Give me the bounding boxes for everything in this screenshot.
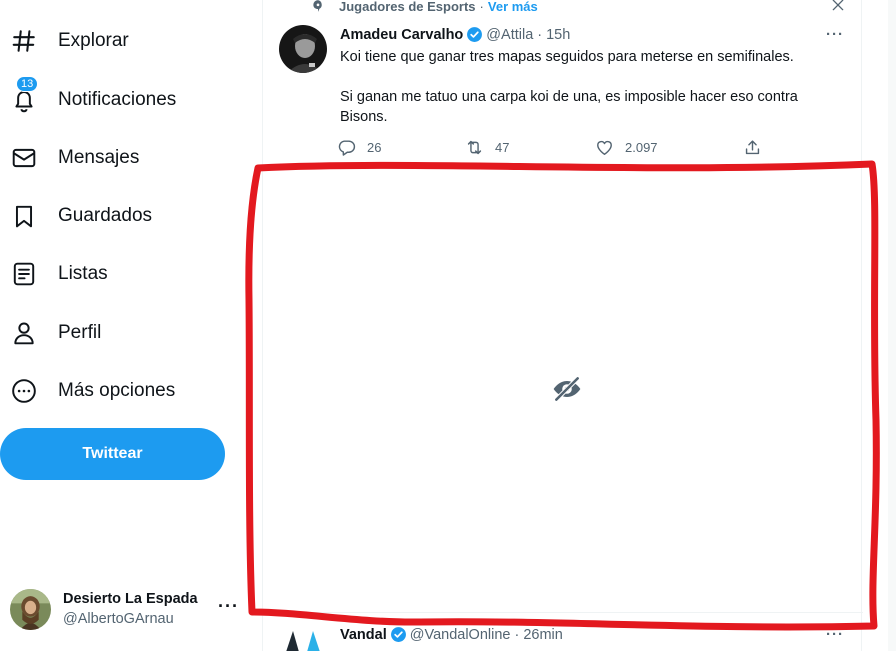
tweet-time[interactable]: 15h	[546, 27, 570, 43]
like-count: 2.097	[625, 140, 658, 155]
account-handle: @AlbertoGArnau	[63, 611, 174, 627]
tweet-actions: 26 47 2.097	[337, 138, 767, 162]
account-name: Desierto La Espada	[63, 591, 198, 607]
divider	[263, 612, 863, 613]
sidebar-item-notificaciones[interactable]: 13 Notificaciones	[0, 76, 177, 122]
tweet-header: Vandal @VandalOnline · 26min	[340, 626, 563, 643]
reply-count: 26	[367, 140, 382, 155]
sidebar-item-label: Explorar	[58, 30, 129, 51]
topic-context: Jugadores de Esports · Ver más	[311, 0, 538, 15]
retweet-button[interactable]: 47	[465, 138, 509, 157]
author-handle[interactable]: @Attila	[486, 27, 533, 43]
reply-button[interactable]: 26	[337, 138, 381, 157]
sidebar-item-mas-opciones[interactable]: Más opciones	[0, 369, 175, 413]
retweet-count: 47	[495, 140, 510, 155]
see-more-link[interactable]: Ver más	[488, 0, 538, 14]
account-switcher[interactable]: Desierto La Espada @AlbertoGArnau ···	[10, 586, 250, 632]
scrollbar-track[interactable]	[888, 0, 896, 651]
sidebar: Explorar 13 Notificaciones Mensajes Guar…	[0, 0, 262, 651]
tweet-header: Amadeu Carvalho @Attila · 15h	[340, 26, 570, 43]
sidebar-item-label: Guardados	[58, 205, 153, 226]
hidden-media[interactable]	[251, 164, 863, 614]
bell-icon: 13	[11, 76, 39, 113]
sidebar-item-label: Más opciones	[58, 380, 176, 401]
more-circle-icon	[11, 378, 37, 404]
bookmark-icon	[11, 203, 37, 229]
tweet-time[interactable]: 26min	[523, 627, 563, 643]
avatar[interactable]	[279, 625, 327, 651]
tweet-more-icon[interactable]: ···	[826, 26, 844, 43]
avatar	[10, 588, 51, 630]
author-name[interactable]: Vandal	[340, 627, 387, 643]
avatar[interactable]	[279, 25, 327, 73]
tweet-text: Koi tiene que ganar tres mapas seguidos …	[340, 47, 840, 147]
tweet-button[interactable]: Twittear	[0, 428, 225, 480]
timeline: Jugadores de Esports · Ver más Amadeu Ca…	[262, 0, 863, 651]
author-handle[interactable]: @VandalOnline	[410, 627, 511, 643]
envelope-icon	[11, 145, 37, 171]
hashtag-icon	[11, 28, 37, 54]
notification-badge: 13	[16, 76, 39, 92]
sidebar-item-mensajes[interactable]: Mensajes	[0, 136, 139, 180]
close-icon[interactable]	[830, 0, 846, 13]
retweet-icon	[467, 140, 482, 155]
sidebar-item-explorar[interactable]: Explorar	[0, 19, 129, 63]
reply-icon	[338, 140, 356, 156]
share-button[interactable]	[743, 138, 773, 157]
eye-off-icon	[553, 376, 581, 402]
separator: ·	[537, 26, 543, 43]
sidebar-item-label: Perfil	[58, 322, 102, 343]
like-button[interactable]: 2.097	[595, 138, 658, 157]
author-name[interactable]: Amadeu Carvalho	[340, 27, 463, 43]
separator: ·	[514, 626, 520, 643]
tweet-text-line: Si ganan me tatuo una carpa koi de una, …	[340, 89, 798, 125]
separator: ·	[479, 0, 484, 14]
sidebar-item-perfil[interactable]: Perfil	[0, 311, 101, 355]
verified-badge-icon	[390, 627, 406, 642]
sidebar-item-guardados[interactable]: Guardados	[0, 194, 152, 238]
heart-icon	[597, 140, 612, 155]
tweet-text-line: Koi tiene que ganar tres mapas seguidos …	[340, 49, 794, 65]
account-more-icon[interactable]: ···	[218, 596, 239, 617]
tweet-more-icon[interactable]: ···	[826, 626, 844, 643]
sidebar-item-label: Mensajes	[58, 147, 140, 168]
sidebar-item-label: Notificaciones	[58, 89, 177, 110]
share-icon	[745, 140, 760, 155]
sidebar-item-listas[interactable]: Listas	[0, 252, 108, 296]
person-icon	[11, 320, 37, 346]
sidebar-item-label: Listas	[58, 263, 108, 284]
list-icon	[11, 261, 37, 287]
verified-badge-icon	[467, 27, 483, 42]
topic-name: Jugadores de Esports	[339, 0, 476, 14]
topic-icon	[313, 0, 322, 12]
